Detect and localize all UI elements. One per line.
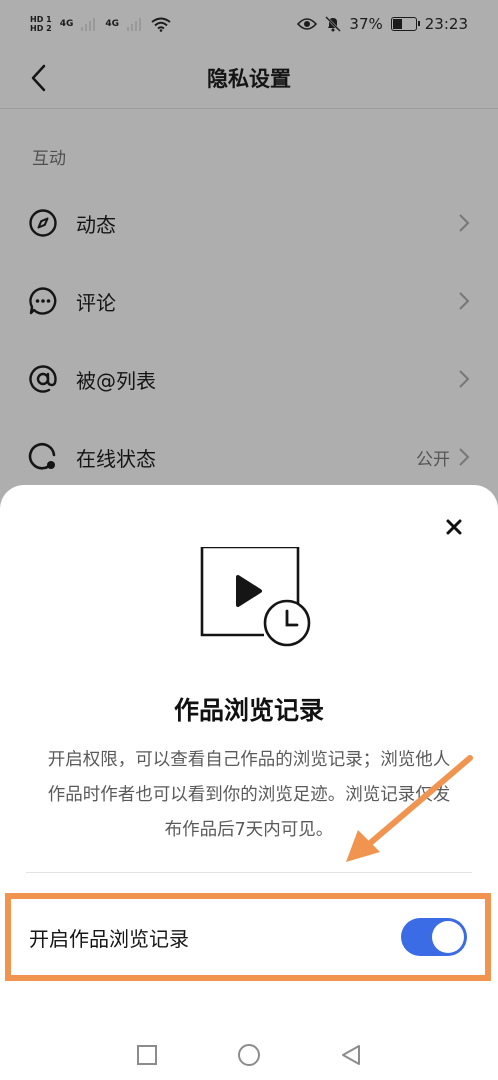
eye-icon — [297, 18, 318, 30]
battery-percent: 37% — [349, 15, 383, 33]
triangle-back-icon[interactable] — [339, 1043, 363, 1067]
sim-indicators: HD 1 HD 2 — [30, 15, 52, 33]
settings-item-label: 动态 — [76, 212, 116, 237]
square-icon[interactable] — [135, 1043, 159, 1067]
battery-icon — [390, 17, 420, 31]
wifi-icon — [151, 17, 171, 32]
section-label: 互动 — [32, 149, 66, 169]
sim1-label: HD 1 — [30, 15, 52, 24]
compass-icon — [29, 209, 57, 237]
settings-item-value: 公开 — [416, 449, 450, 470]
settings-item-label: 被@列表 — [76, 368, 156, 393]
circle-icon[interactable] — [237, 1043, 261, 1067]
signal-icon — [127, 18, 141, 31]
page-header: 隐私设置 — [0, 48, 498, 109]
toggle-label: 开启作品浏览记录 — [29, 926, 189, 951]
clock-time: 23:23 — [424, 15, 468, 33]
network1-label: 4G — [59, 19, 74, 29]
video-history-icon — [200, 547, 311, 647]
signal-icon — [81, 18, 96, 31]
browse-history-toggle-row[interactable]: 开启作品浏览记录 — [5, 893, 491, 981]
status-right: 37% 23:23 — [297, 15, 468, 33]
back-arrow-icon[interactable] — [24, 62, 56, 94]
chevron-right-icon — [459, 370, 470, 388]
status-bar: HD 1 HD 2 4G 4G 37% 23:23 — [0, 0, 498, 48]
settings-item-comments[interactable]: 评论 — [0, 262, 498, 340]
sheet-title: 作品浏览记录 — [173, 696, 324, 725]
sim2-label: HD 2 — [30, 24, 52, 33]
chevron-right-icon — [459, 292, 470, 310]
settings-item-mentions[interactable]: 被@列表 — [0, 340, 498, 418]
settings-item-label: 评论 — [76, 290, 116, 315]
chat-bubble-icon — [29, 287, 57, 315]
system-nav-bar — [0, 1030, 498, 1080]
toggle-knob — [432, 921, 464, 953]
at-sign-icon — [29, 365, 57, 393]
network2-label: 4G — [105, 19, 119, 29]
page-title: 隐私设置 — [207, 67, 291, 91]
browse-history-toggle[interactable] — [401, 918, 467, 956]
bell-muted-icon — [325, 16, 342, 32]
settings-item-moments[interactable]: 动态 — [0, 184, 498, 262]
settings-item-label: 在线状态 — [76, 446, 156, 471]
close-icon[interactable] — [440, 513, 468, 541]
chevron-right-icon — [459, 448, 470, 466]
chevron-right-icon — [459, 214, 470, 232]
status-left: HD 1 HD 2 4G 4G — [30, 15, 171, 33]
divider — [26, 872, 472, 873]
online-status-icon — [28, 442, 56, 470]
annotation-arrow-icon — [346, 755, 473, 862]
